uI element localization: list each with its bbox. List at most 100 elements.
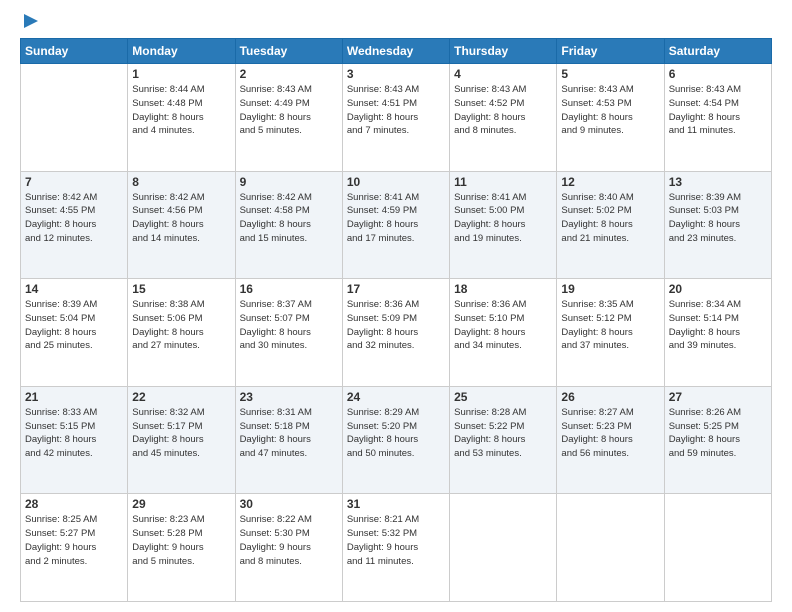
day-number: 2: [240, 67, 338, 81]
calendar-cell: 29 Sunrise: 8:23 AM Sunset: 5:28 PM Dayli…: [128, 494, 235, 602]
day-info: Sunrise: 8:34 AM Sunset: 5:14 PM Dayligh…: [669, 298, 767, 353]
calendar-cell: 1 Sunrise: 8:44 AM Sunset: 4:48 PM Daylig…: [128, 64, 235, 172]
day-number: 10: [347, 175, 445, 189]
calendar-cell: [557, 494, 664, 602]
day-info: Sunrise: 8:35 AM Sunset: 5:12 PM Dayligh…: [561, 298, 659, 353]
day-number: 15: [132, 282, 230, 296]
calendar-cell: [664, 494, 771, 602]
day-info: Sunrise: 8:38 AM Sunset: 5:06 PM Dayligh…: [132, 298, 230, 353]
day-number: 18: [454, 282, 552, 296]
calendar-table: SundayMondayTuesdayWednesdayThursdayFrid…: [20, 38, 772, 602]
day-number: 28: [25, 497, 123, 511]
calendar-cell: 25 Sunrise: 8:28 AM Sunset: 5:22 PM Dayli…: [450, 386, 557, 494]
day-info: Sunrise: 8:36 AM Sunset: 5:10 PM Dayligh…: [454, 298, 552, 353]
day-number: 3: [347, 67, 445, 81]
calendar-cell: [21, 64, 128, 172]
day-info: Sunrise: 8:29 AM Sunset: 5:20 PM Dayligh…: [347, 406, 445, 461]
calendar-cell: 2 Sunrise: 8:43 AM Sunset: 4:49 PM Daylig…: [235, 64, 342, 172]
calendar-cell: 17 Sunrise: 8:36 AM Sunset: 5:09 PM Dayli…: [342, 279, 449, 387]
day-number: 6: [669, 67, 767, 81]
day-number: 22: [132, 390, 230, 404]
calendar-cell: 11 Sunrise: 8:41 AM Sunset: 5:00 PM Dayli…: [450, 171, 557, 279]
logo: [20, 16, 40, 30]
day-number: 17: [347, 282, 445, 296]
calendar-cell: 5Sunrise: 8:43 AM Sunset: 4:53 PM Daylig…: [557, 64, 664, 172]
calendar-cell: 14 Sunrise: 8:39 AM Sunset: 5:04 PM Dayli…: [21, 279, 128, 387]
day-number: 11: [454, 175, 552, 189]
weekday-header-saturday: Saturday: [664, 39, 771, 64]
calendar-cell: 12 Sunrise: 8:40 AM Sunset: 5:02 PM Dayli…: [557, 171, 664, 279]
calendar-cell: 31 Sunrise: 8:21 AM Sunset: 5:32 PM Dayli…: [342, 494, 449, 602]
day-info: Sunrise: 8:43 AM Sunset: 4:51 PM Dayligh…: [347, 83, 445, 138]
calendar-cell: 9Sunrise: 8:42 AM Sunset: 4:58 PM Daylig…: [235, 171, 342, 279]
day-info: Sunrise: 8:21 AM Sunset: 5:32 PM Dayligh…: [347, 513, 445, 568]
header: [20, 16, 772, 30]
calendar-week-row: 21Sunrise: 8:33 AM Sunset: 5:15 PM Dayli…: [21, 386, 772, 494]
day-number: 27: [669, 390, 767, 404]
calendar-week-row: 7Sunrise: 8:42 AM Sunset: 4:55 PM Daylig…: [21, 171, 772, 279]
day-info: Sunrise: 8:40 AM Sunset: 5:02 PM Dayligh…: [561, 191, 659, 246]
day-info: Sunrise: 8:41 AM Sunset: 5:00 PM Dayligh…: [454, 191, 552, 246]
calendar-cell: 24Sunrise: 8:29 AM Sunset: 5:20 PM Dayli…: [342, 386, 449, 494]
day-info: Sunrise: 8:36 AM Sunset: 5:09 PM Dayligh…: [347, 298, 445, 353]
day-number: 1: [132, 67, 230, 81]
day-number: 23: [240, 390, 338, 404]
calendar-cell: 19 Sunrise: 8:35 AM Sunset: 5:12 PM Dayli…: [557, 279, 664, 387]
calendar-cell: 20Sunrise: 8:34 AM Sunset: 5:14 PM Dayli…: [664, 279, 771, 387]
day-info: Sunrise: 8:43 AM Sunset: 4:52 PM Dayligh…: [454, 83, 552, 138]
weekday-header-sunday: Sunday: [21, 39, 128, 64]
day-number: 16: [240, 282, 338, 296]
day-number: 14: [25, 282, 123, 296]
day-number: 31: [347, 497, 445, 511]
day-info: Sunrise: 8:26 AM Sunset: 5:25 PM Dayligh…: [669, 406, 767, 461]
calendar-cell: 15 Sunrise: 8:38 AM Sunset: 5:06 PM Dayli…: [128, 279, 235, 387]
day-info: Sunrise: 8:39 AM Sunset: 5:03 PM Dayligh…: [669, 191, 767, 246]
day-info: Sunrise: 8:41 AM Sunset: 4:59 PM Dayligh…: [347, 191, 445, 246]
calendar-cell: 30 Sunrise: 8:22 AM Sunset: 5:30 PM Dayli…: [235, 494, 342, 602]
day-number: 13: [669, 175, 767, 189]
day-info: Sunrise: 8:28 AM Sunset: 5:22 PM Dayligh…: [454, 406, 552, 461]
day-info: Sunrise: 8:31 AM Sunset: 5:18 PM Dayligh…: [240, 406, 338, 461]
day-info: Sunrise: 8:27 AM Sunset: 5:23 PM Dayligh…: [561, 406, 659, 461]
day-info: Sunrise: 8:22 AM Sunset: 5:30 PM Dayligh…: [240, 513, 338, 568]
calendar-cell: 10 Sunrise: 8:41 AM Sunset: 4:59 PM Dayli…: [342, 171, 449, 279]
calendar-week-row: 1 Sunrise: 8:44 AM Sunset: 4:48 PM Daylig…: [21, 64, 772, 172]
weekday-header-monday: Monday: [128, 39, 235, 64]
calendar-cell: 7Sunrise: 8:42 AM Sunset: 4:55 PM Daylig…: [21, 171, 128, 279]
calendar-cell: 6 Sunrise: 8:43 AM Sunset: 4:54 PM Daylig…: [664, 64, 771, 172]
day-number: 4: [454, 67, 552, 81]
day-info: Sunrise: 8:44 AM Sunset: 4:48 PM Dayligh…: [132, 83, 230, 138]
day-number: 8: [132, 175, 230, 189]
calendar-cell: 18 Sunrise: 8:36 AM Sunset: 5:10 PM Dayli…: [450, 279, 557, 387]
calendar-cell: 3 Sunrise: 8:43 AM Sunset: 4:51 PM Daylig…: [342, 64, 449, 172]
day-number: 12: [561, 175, 659, 189]
weekday-header-tuesday: Tuesday: [235, 39, 342, 64]
day-number: 29: [132, 497, 230, 511]
page: SundayMondayTuesdayWednesdayThursdayFrid…: [0, 0, 792, 612]
day-info: Sunrise: 8:43 AM Sunset: 4:54 PM Dayligh…: [669, 83, 767, 138]
day-number: 7: [25, 175, 123, 189]
day-number: 21: [25, 390, 123, 404]
day-number: 26: [561, 390, 659, 404]
calendar-cell: 13 Sunrise: 8:39 AM Sunset: 5:03 PM Dayli…: [664, 171, 771, 279]
calendar-cell: 26 Sunrise: 8:27 AM Sunset: 5:23 PM Dayli…: [557, 386, 664, 494]
calendar-cell: 16Sunrise: 8:37 AM Sunset: 5:07 PM Dayli…: [235, 279, 342, 387]
weekday-header-thursday: Thursday: [450, 39, 557, 64]
day-number: 30: [240, 497, 338, 511]
day-info: Sunrise: 8:39 AM Sunset: 5:04 PM Dayligh…: [25, 298, 123, 353]
day-number: 25: [454, 390, 552, 404]
calendar-week-row: 14 Sunrise: 8:39 AM Sunset: 5:04 PM Dayli…: [21, 279, 772, 387]
calendar-cell: 8 Sunrise: 8:42 AM Sunset: 4:56 PM Daylig…: [128, 171, 235, 279]
calendar-cell: 21Sunrise: 8:33 AM Sunset: 5:15 PM Dayli…: [21, 386, 128, 494]
day-number: 19: [561, 282, 659, 296]
calendar-header-row: SundayMondayTuesdayWednesdayThursdayFrid…: [21, 39, 772, 64]
day-info: Sunrise: 8:43 AM Sunset: 4:49 PM Dayligh…: [240, 83, 338, 138]
calendar-cell: 28 Sunrise: 8:25 AM Sunset: 5:27 PM Dayli…: [21, 494, 128, 602]
day-info: Sunrise: 8:25 AM Sunset: 5:27 PM Dayligh…: [25, 513, 123, 568]
day-info: Sunrise: 8:42 AM Sunset: 4:56 PM Dayligh…: [132, 191, 230, 246]
calendar-cell: 4 Sunrise: 8:43 AM Sunset: 4:52 PM Daylig…: [450, 64, 557, 172]
calendar-cell: 22Sunrise: 8:32 AM Sunset: 5:17 PM Dayli…: [128, 386, 235, 494]
day-number: 9: [240, 175, 338, 189]
day-info: Sunrise: 8:23 AM Sunset: 5:28 PM Dayligh…: [132, 513, 230, 568]
weekday-header-friday: Friday: [557, 39, 664, 64]
